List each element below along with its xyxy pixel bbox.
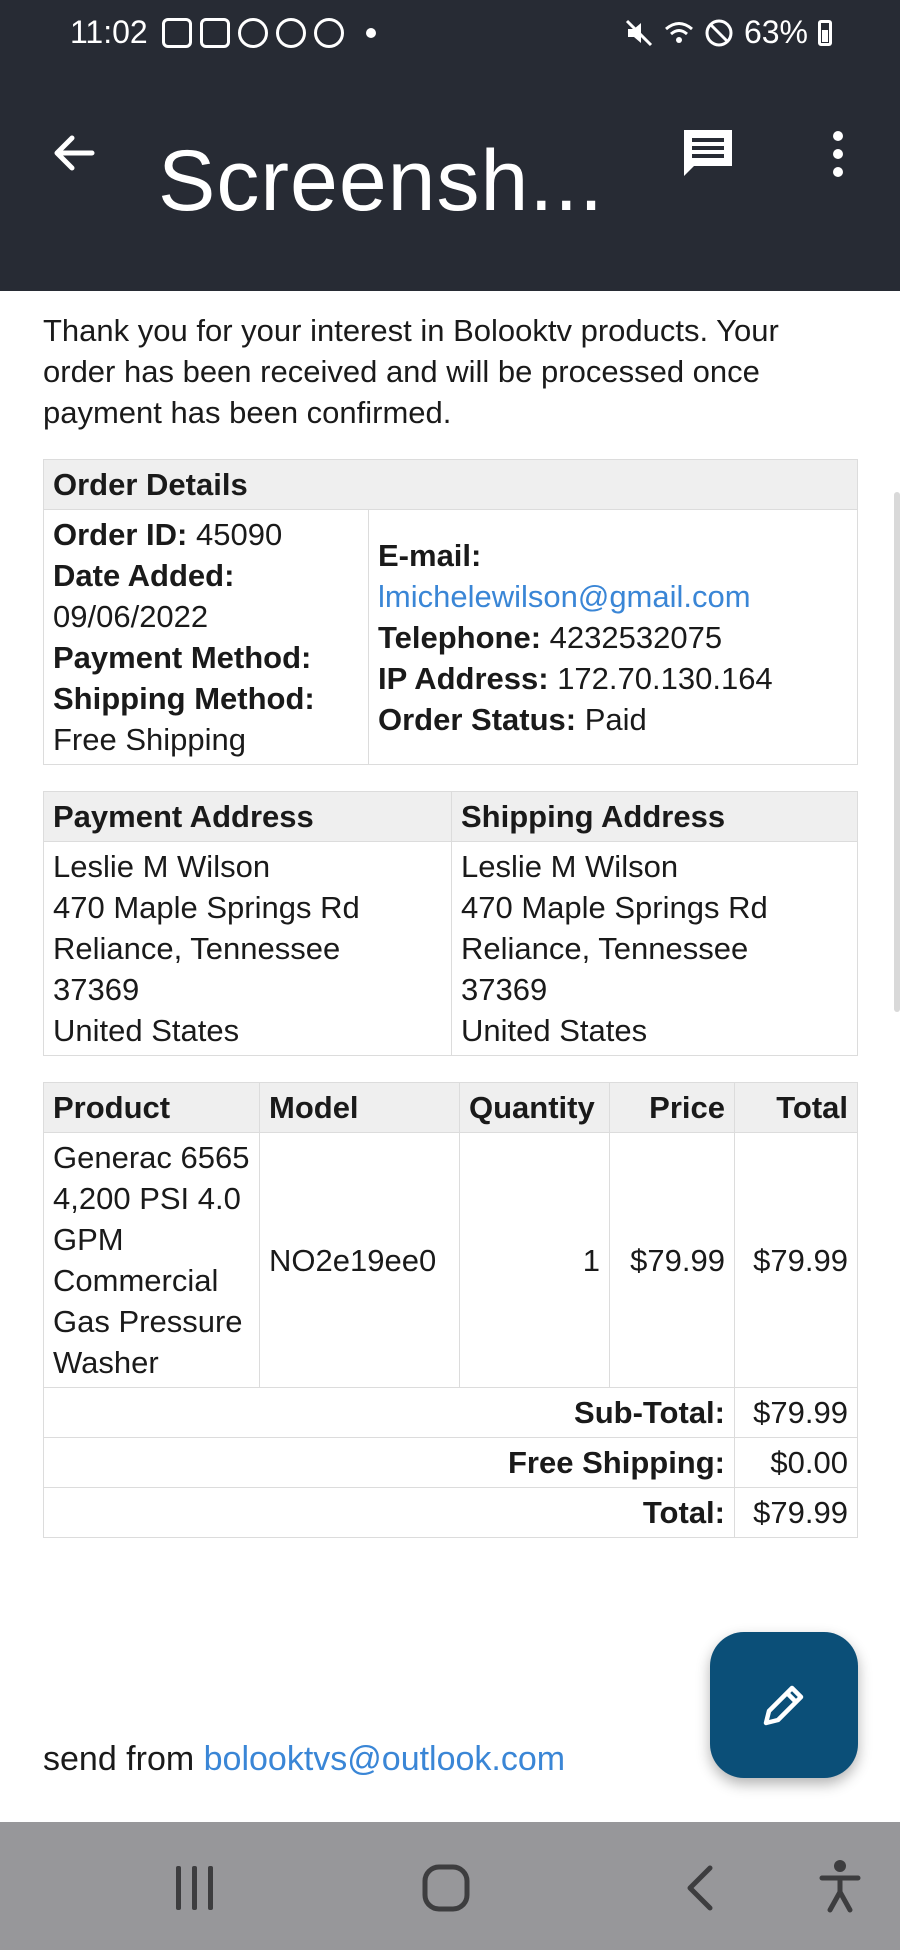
- status-time: 11:02: [70, 14, 148, 50]
- order-details-header: Order Details: [43, 459, 858, 510]
- product-column-header: Product: [43, 1082, 260, 1133]
- more-notifications-dot: [366, 28, 376, 38]
- weather-icon: [238, 18, 268, 48]
- shipping-address-line: Reliance, Tennessee: [461, 931, 749, 966]
- page-title: Screensh...: [158, 133, 604, 229]
- accessibility-icon[interactable]: [818, 1858, 862, 1914]
- total-row: Total: $79.99: [43, 1487, 858, 1538]
- product-name-cell: Generac 6565 4,200 PSI 4.0 GPM Commercia…: [43, 1132, 260, 1388]
- more-vert-icon[interactable]: [818, 126, 858, 182]
- system-status: 63%: [624, 14, 832, 51]
- shipping-address-line: 37369: [461, 972, 548, 1007]
- model-column-header: Model: [259, 1082, 460, 1133]
- thermometer-icon: [276, 18, 306, 48]
- shipping-label: Free Shipping:: [43, 1437, 735, 1488]
- shipping-address-line: 470 Maple Springs Rd: [461, 890, 768, 925]
- contact-info-cell: E-mail: lmichelewilson@gmail.com Telepho…: [368, 509, 858, 765]
- status-bar: 11:02 63%: [0, 0, 900, 70]
- price-column-header: Price: [609, 1082, 735, 1133]
- shipping-address-header: Shipping Address: [451, 791, 858, 842]
- payment-address-line: Reliance, Tennessee: [53, 931, 341, 966]
- send-from-label: send from: [43, 1740, 195, 1778]
- order-details-table: Order Details Order ID: 45090 Date Added…: [43, 459, 858, 765]
- send-from-line: send from bolooktvs@outlook.com: [43, 1740, 565, 1779]
- shipping-method-label: Shipping Method:: [53, 681, 315, 716]
- payment-address-line: United States: [53, 1013, 240, 1048]
- ip-label: IP Address:: [378, 660, 549, 696]
- intro-text: Thank you for your interest in Bolooktv …: [43, 313, 779, 430]
- sender-email-link[interactable]: bolooktvs@outlook.com: [204, 1740, 565, 1778]
- notification-icons: [162, 18, 376, 48]
- payment-address-header: Payment Address: [43, 791, 452, 842]
- date-added-value: 09/06/2022: [53, 599, 209, 634]
- subtotal-value: $79.99: [734, 1387, 858, 1438]
- payment-address-line: 470 Maple Springs Rd: [53, 890, 360, 925]
- quantity-cell: 1: [459, 1132, 610, 1388]
- email-link[interactable]: lmichelewilson@gmail.com: [378, 579, 751, 614]
- payment-address-line: 37369: [53, 972, 140, 1007]
- arrow-left-icon[interactable]: [46, 125, 102, 181]
- shipping-method-value: Free Shipping: [53, 722, 247, 757]
- system-nav-bar: [0, 1822, 900, 1950]
- email-label: E-mail:: [378, 537, 482, 573]
- table-row: Generac 6565 4,200 PSI 4.0 GPM Commercia…: [43, 1132, 858, 1388]
- gallery-icon: [200, 18, 230, 48]
- subtotal-label: Sub-Total:: [43, 1387, 735, 1438]
- total-column-header: Total: [734, 1082, 858, 1133]
- email-body: Thank you for your interest in Bolooktv …: [43, 310, 858, 1538]
- comment-icon[interactable]: [680, 126, 736, 182]
- quantity-column-header: Quantity: [459, 1082, 610, 1133]
- payment-address-cell: Leslie M Wilson 470 Maple Springs Rd Rel…: [43, 841, 452, 1056]
- order-info-cell: Order ID: 45090 Date Added: 09/06/2022 P…: [43, 509, 369, 765]
- subtotal-row: Sub-Total: $79.99: [43, 1387, 858, 1438]
- shipping-address-cell: Leslie M Wilson 470 Maple Springs Rd Rel…: [451, 841, 858, 1056]
- battery-icon: [818, 19, 832, 46]
- order-status-label: Order Status:: [378, 701, 577, 737]
- shipping-address-line: Leslie M Wilson: [461, 849, 679, 884]
- nav-back-icon[interactable]: [682, 1864, 718, 1912]
- notification-image-icon: [162, 18, 192, 48]
- home-icon[interactable]: [420, 1862, 472, 1914]
- battery-percent: 63%: [743, 14, 808, 50]
- app-header: 11:02 63% Screensh...: [0, 0, 900, 291]
- shipping-row: Free Shipping: $0.00: [43, 1437, 858, 1488]
- payment-address-line: Leslie M Wilson: [53, 849, 271, 884]
- products-table: Product Model Quantity Price Total Gener…: [43, 1082, 858, 1538]
- pencil-icon: [763, 1685, 804, 1726]
- shipping-value: $0.00: [734, 1437, 858, 1488]
- recent-apps-icon[interactable]: [170, 1864, 220, 1912]
- total-cell: $79.99: [734, 1132, 858, 1388]
- total-label: Total:: [43, 1487, 735, 1538]
- order-id-value: 45090: [195, 517, 283, 552]
- address-table: Payment Address Shipping Address Leslie …: [43, 791, 858, 1056]
- do-not-disturb-icon: [705, 19, 733, 46]
- payment-method-label: Payment Method:: [53, 640, 312, 675]
- telephone-label: Telephone:: [378, 619, 542, 655]
- order-id-label: Order ID:: [53, 517, 188, 552]
- total-value: $79.99: [734, 1487, 858, 1538]
- date-added-label: Date Added:: [53, 558, 235, 593]
- price-cell: $79.99: [609, 1132, 735, 1388]
- ip-value: 172.70.130.164: [557, 660, 773, 696]
- shipping-address-line: United States: [461, 1013, 648, 1048]
- model-cell: NO2e19ee0: [259, 1132, 460, 1388]
- wifi-icon: [664, 21, 693, 43]
- telephone-value: 4232532075: [549, 619, 723, 655]
- order-status-value: Paid: [584, 701, 647, 737]
- scrollbar[interactable]: [894, 492, 900, 1012]
- app-notification-icon: [314, 18, 344, 48]
- mute-icon: [625, 19, 653, 46]
- compose-fab-button[interactable]: [710, 1632, 858, 1778]
